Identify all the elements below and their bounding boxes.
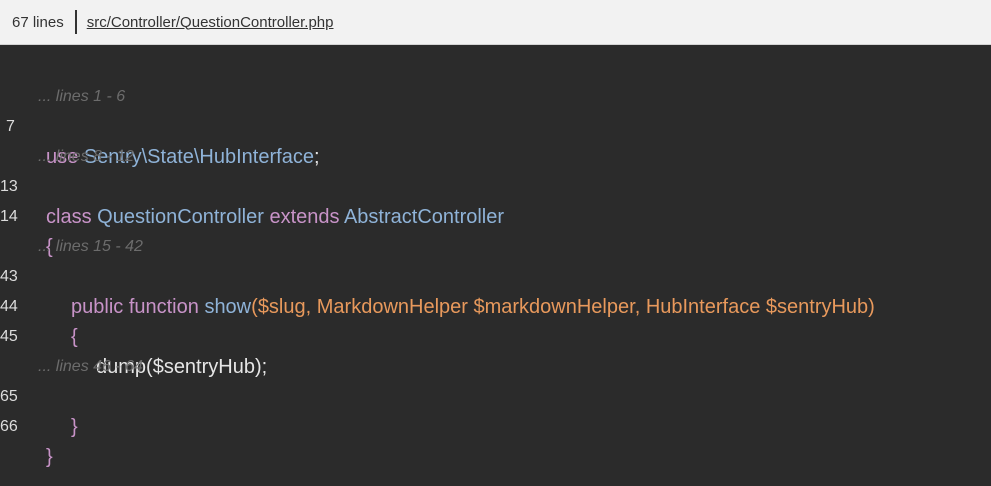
code-text: public function show($slug, MarkdownHelp… [71, 292, 875, 322]
code-line: 13 class QuestionController extends Abst… [0, 142, 504, 228]
brace: { [71, 326, 78, 348]
line-count: 67 lines [12, 13, 64, 31]
code-line: 14 { [0, 172, 53, 258]
fold-toggle[interactable]: ... lines 46 - 64 [38, 352, 143, 382]
file-path-link[interactable]: src/Controller/QuestionController.php [87, 14, 334, 31]
code-line: 66 } [0, 382, 53, 468]
fold-toggle[interactable]: ... lines 15 - 42 [38, 232, 143, 262]
keyword: public function [71, 296, 199, 318]
fold-row: ... lines 15 - 42 [0, 202, 143, 255]
type-hint: HubInterface [645, 296, 761, 318]
keyword: class [46, 206, 92, 228]
code-line: 44 { [0, 262, 78, 348]
code-text: } [46, 442, 53, 472]
punctuation: ; [313, 146, 320, 168]
brace: } [71, 416, 78, 438]
code-line: 65 } [0, 352, 78, 438]
function-name: show [204, 296, 252, 318]
parameter: $sentryHub [765, 296, 869, 318]
code-line: 45 dump($sentryHub); [0, 292, 267, 378]
fold-toggle[interactable]: ... lines 1 - 6 [38, 82, 125, 112]
code-text: class QuestionController extends Abstrac… [46, 202, 504, 232]
fold-row: ... lines 46 - 64 [0, 322, 143, 375]
header-divider [74, 10, 77, 34]
parameter: $markdownHelper [473, 296, 635, 318]
punctuation: , [634, 296, 646, 318]
punctuation: ) [868, 296, 875, 318]
punctuation: , [305, 296, 317, 318]
file-header: 67 lines src/Controller/QuestionControll… [0, 0, 991, 45]
type-hint: MarkdownHelper [316, 296, 468, 318]
fold-row: ... lines 1 - 6 [0, 52, 125, 105]
keyword: extends [269, 206, 340, 228]
code-line: 43 public function show($slug, MarkdownH… [0, 232, 875, 318]
code-text: } [71, 412, 78, 442]
code-block: ... lines 1 - 6 7 use Sentry\State\HubIn… [0, 45, 991, 486]
punctuation: ( [251, 296, 258, 318]
parameter: $slug [257, 296, 306, 318]
code-line: 7 use Sentry\State\HubInterface; [0, 82, 320, 168]
class-name: QuestionController [97, 206, 264, 228]
fold-row: ... lines 8 - 12 [0, 112, 134, 165]
class-name: AbstractController [343, 206, 505, 228]
brace: } [46, 446, 53, 468]
code-text: { [71, 322, 78, 352]
line-number: 66 [0, 418, 18, 435]
fold-toggle[interactable]: ... lines 8 - 12 [38, 142, 134, 172]
